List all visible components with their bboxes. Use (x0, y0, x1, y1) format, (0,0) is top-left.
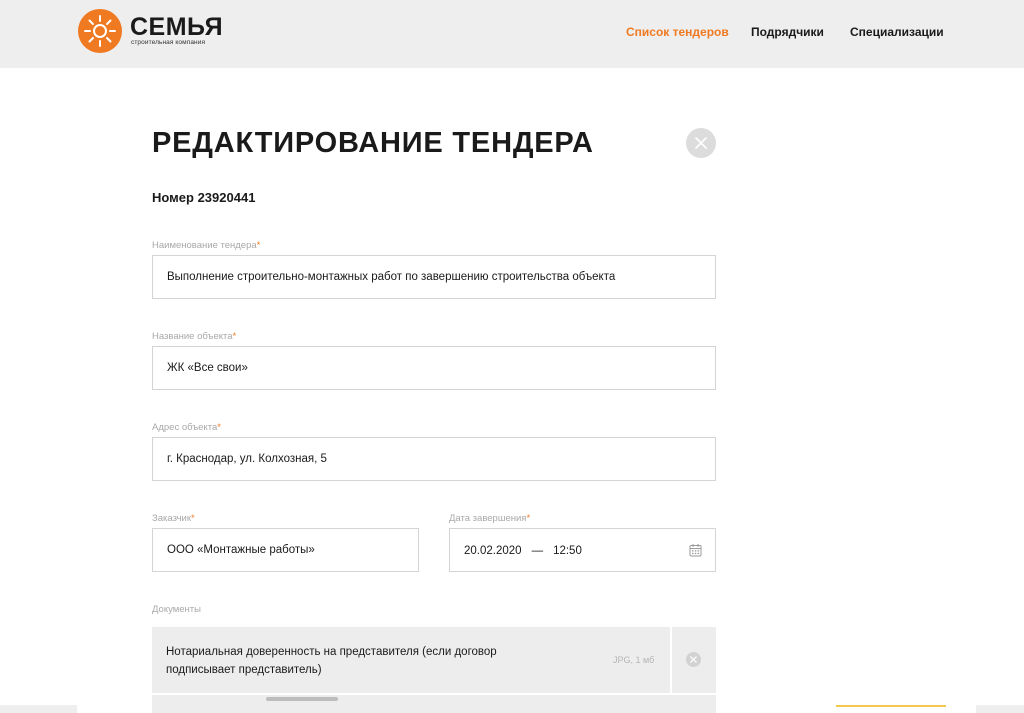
customer-label-text: Заказчик (152, 513, 192, 524)
completion-date-label-text: Дата завершения (449, 513, 527, 524)
footer-edge-right (976, 705, 1024, 713)
brand-name: СЕМЬЯ (130, 13, 224, 41)
object-name-label: Название объекта* (152, 331, 236, 343)
document-divider (670, 627, 672, 693)
required-mark: * (526, 513, 531, 524)
required-mark: * (217, 422, 221, 433)
close-button[interactable] (686, 128, 716, 158)
customer-input[interactable] (153, 529, 418, 571)
required-mark: * (232, 331, 237, 342)
horizontal-scrollbar[interactable] (266, 697, 338, 701)
customer-label: Заказчик* (152, 513, 195, 525)
document-item-next (152, 695, 716, 713)
nav-item-contractors[interactable]: Подрядчики (751, 24, 824, 40)
object-name-field-box (152, 346, 716, 390)
object-address-label-text: Адрес объекта (152, 422, 218, 433)
customer-field-box (152, 528, 419, 572)
nav-item-specializations[interactable]: Специализации (850, 24, 944, 40)
tender-name-input[interactable] (153, 256, 715, 298)
calendar-icon[interactable] (689, 543, 702, 557)
tender-number-label: Номер (152, 190, 194, 205)
object-address-label: Адрес объекта* (152, 422, 221, 434)
documents-label: Документы (152, 604, 201, 615)
close-icon (695, 137, 707, 149)
document-meta: JPG, 1 мб (613, 655, 655, 665)
nav-item-tender-list[interactable]: Список тендеров (626, 24, 729, 40)
nav-link-contractors[interactable]: Подрядчики (751, 25, 824, 39)
page-title: РЕДАКТИРОВАНИЕ ТЕНДЕРА (152, 127, 594, 159)
document-name: Нотариальная доверенность на представите… (166, 646, 497, 676)
required-mark: * (191, 513, 195, 524)
required-mark: * (256, 240, 261, 251)
top-bar: СЕМЬЯ строительная компания Список тенде… (0, 0, 1024, 68)
document-item[interactable]: Нотариальная доверенность на представите… (152, 627, 716, 693)
object-name-input[interactable] (153, 347, 715, 389)
nav-link-specializations[interactable]: Специализации (850, 25, 944, 39)
nav-link-tender-list[interactable]: Список тендеров (626, 25, 729, 39)
completion-date-label: Дата завершения* (449, 513, 530, 525)
tender-number-value: 23920441 (197, 190, 256, 205)
object-name-label-text: Название объекта (152, 331, 233, 342)
object-address-field-box (152, 437, 716, 481)
brand-tagline: строительная компания (131, 39, 206, 46)
completion-date: 20.02.2020 (464, 545, 522, 557)
completion-time: 12:50 (553, 545, 582, 557)
footer-accent-line (836, 705, 946, 707)
remove-document-button[interactable] (686, 652, 701, 667)
object-address-input[interactable] (153, 438, 715, 480)
remove-icon (690, 656, 697, 663)
tender-number: Номер 23920441 (152, 190, 255, 206)
tender-name-label-text: Наименование тендера (152, 240, 257, 251)
completion-date-picker[interactable]: 20.02.2020 — 12:50 (449, 528, 716, 572)
date-time-separator: — (531, 545, 544, 557)
completion-date-value: 20.02.2020 — 12:50 (464, 544, 582, 558)
footer-edge-left (0, 705, 77, 713)
sun-logo-icon (78, 9, 122, 53)
tender-name-label: Наименование тендера* (152, 240, 260, 252)
tender-name-field-box (152, 255, 716, 299)
